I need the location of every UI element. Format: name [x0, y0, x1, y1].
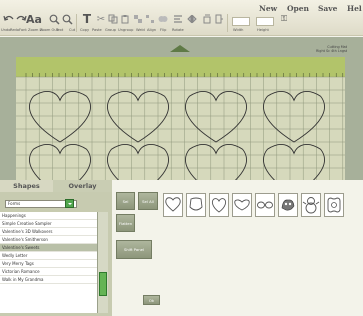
shift-panel-button[interactable]: Shift Panel	[116, 240, 152, 259]
cartridge-sub: Right Sc 4th Lngst	[316, 49, 348, 53]
shape-oval-heart-icon[interactable]	[209, 193, 229, 217]
scrollbar-thumb[interactable]	[99, 272, 107, 296]
toolbar-label-redo: Redo	[10, 28, 20, 32]
align-icon[interactable]	[171, 13, 185, 25]
menu-help[interactable]: Hel	[347, 4, 362, 13]
toolbar-divider	[76, 14, 77, 32]
cartridge-list[interactable]: Happenings Simple Creative Sampler Valenti…	[0, 212, 97, 313]
ungroup-icon[interactable]	[143, 13, 157, 25]
tab-shapes[interactable]: Shapes	[0, 180, 53, 192]
toolbar-label-cut: Cut	[69, 28, 76, 32]
shape-heart-icon[interactable]	[163, 193, 183, 217]
panel-tabs: Shapes Overlay	[0, 180, 112, 192]
lock-icon[interactable]: ⚿	[277, 13, 291, 25]
tab-overlay[interactable]: Overlay	[53, 180, 112, 192]
height-field[interactable]	[256, 17, 274, 26]
cartridge-list-item[interactable]: Simple Creative Sampler	[0, 220, 97, 228]
width-field[interactable]	[232, 17, 250, 26]
flatten-button[interactable]: Flatten	[116, 214, 135, 232]
shape-snowman-icon[interactable]	[301, 193, 321, 217]
toolbar-label-ungroup: Ungroup	[118, 28, 134, 32]
flip-icon[interactable]	[185, 13, 199, 25]
heart-shape[interactable]	[263, 143, 325, 180]
dropdown-arrow-icon[interactable]	[65, 199, 74, 208]
cartridge-list-item[interactable]: Valentine's 3D Walkovers	[0, 228, 97, 236]
paste-icon[interactable]	[118, 13, 132, 25]
select-all-button[interactable]: Sel All	[138, 192, 158, 210]
transform-icon[interactable]	[212, 13, 226, 25]
top-toolbar: New Open Save Hel Aa T ✂ ⚿ Undo Redo Fon…	[0, 0, 363, 36]
cartridge-list-item[interactable]: Wedly Letter	[0, 252, 97, 260]
zoom-in-icon[interactable]	[47, 13, 61, 25]
cutting-mat-grid[interactable]	[16, 57, 345, 180]
cricut-design-app: New Open Save Hel Aa T ✂ ⚿ Undo Redo Fon…	[0, 0, 363, 316]
heart-shape[interactable]	[263, 90, 325, 143]
ok-button[interactable]: Ok	[143, 295, 160, 305]
menu-save[interactable]: Save	[318, 4, 337, 13]
shape-frame-icon[interactable]	[324, 193, 344, 217]
cartridge-list-item[interactable]: Valentine's Smitherson	[0, 236, 97, 244]
cartridge-list-item[interactable]: Valentine's Sweets	[0, 244, 97, 252]
shape-pentagon-icon[interactable]	[186, 193, 206, 217]
toolbar-label-copy: Copy	[80, 28, 90, 32]
heart-shape[interactable]	[29, 90, 91, 143]
cricut-logo-icon	[170, 45, 190, 52]
weld-icon[interactable]	[156, 13, 170, 25]
toolbar-label-height: Height	[257, 28, 269, 32]
menu-new[interactable]: New	[259, 4, 277, 13]
heart-shape[interactable]	[107, 90, 169, 143]
heart-shape[interactable]	[107, 143, 169, 180]
toolbar-label-text: Text	[56, 28, 64, 32]
heart-shape[interactable]	[29, 143, 91, 180]
toolbar-divider	[227, 14, 228, 32]
shape-wide-heart-icon[interactable]	[232, 193, 252, 217]
toolbar-label-group: Group	[105, 28, 116, 32]
font-icon[interactable]: Aa	[26, 13, 42, 26]
zoom-out-icon[interactable]	[60, 13, 74, 25]
shape-glasses-icon[interactable]	[255, 193, 275, 217]
cartridge-list-item[interactable]: Very Merry Tags	[0, 260, 97, 268]
cartridge-list-item[interactable]: Happenings	[0, 212, 97, 220]
select-button[interactable]: Sel	[116, 192, 135, 210]
toolbar-label-undo: Undo	[1, 28, 11, 32]
toolbar-label-font: Font	[19, 28, 27, 32]
toolbar-label-paste: Paste	[92, 28, 102, 32]
shape-bird-icon[interactable]	[278, 193, 298, 217]
text-tool-icon[interactable]: T	[80, 12, 94, 26]
cartridge-list-scrollbar[interactable]	[97, 212, 108, 313]
toolbar-label-flip: Flip	[160, 28, 167, 32]
toolbar-label-weld: Weld	[136, 28, 145, 32]
toolbar-label-rotate: Rotate	[172, 28, 184, 32]
cartridge-info: Cutting Mat Right Sc 4th Lngst	[316, 45, 347, 53]
cartridge-list-item[interactable]: Walk in My Grandma	[0, 276, 97, 284]
menu-open[interactable]: Open	[287, 4, 309, 13]
toolbar-label-width: Width	[233, 28, 244, 32]
cartridge-list-item[interactable]: Victorian Romance	[0, 268, 97, 276]
toolbar-label-align: Align	[147, 28, 157, 32]
